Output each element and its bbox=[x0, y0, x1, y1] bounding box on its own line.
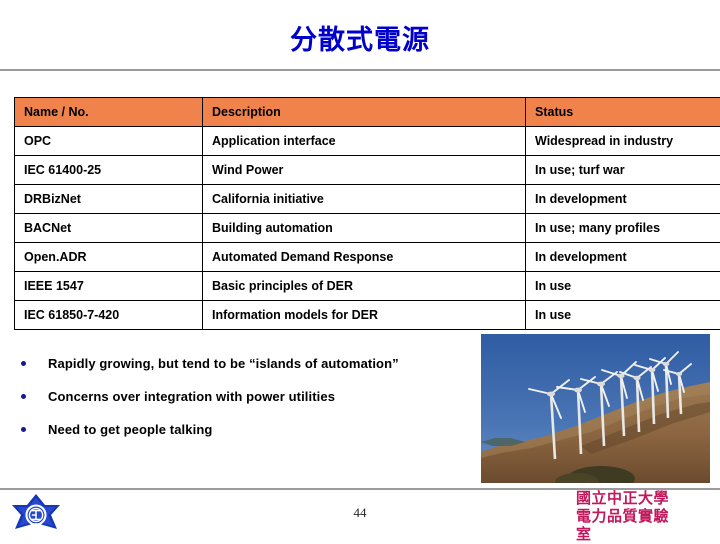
bullet-dot-icon bbox=[21, 394, 26, 399]
cell-status: In use; turf war bbox=[526, 156, 720, 185]
bullet-dot-icon bbox=[21, 361, 26, 366]
header-divider bbox=[0, 69, 720, 71]
table-row: IEEE 1547 Basic principles of DER In use bbox=[15, 272, 720, 301]
table-row: OPC Application interface Widespread in … bbox=[15, 127, 720, 156]
slide: 分散式電源 Name / No. Description Status OPC … bbox=[0, 0, 720, 540]
cell-description: Application interface bbox=[203, 127, 526, 156]
wind-farm-photo bbox=[481, 334, 710, 483]
table-header: Name / No. Description Status bbox=[15, 98, 720, 127]
table-header-row: Name / No. Description Status bbox=[15, 98, 720, 127]
list-item: Need to get people talking bbox=[14, 420, 469, 439]
cell-name: IEC 61850-7-420 bbox=[15, 301, 203, 330]
cell-description: California initiative bbox=[203, 185, 526, 214]
column-header-description: Description bbox=[203, 98, 526, 127]
standards-table-container: Name / No. Description Status OPC Applic… bbox=[14, 97, 706, 330]
list-item: Rapidly growing, but tend to be “islands… bbox=[14, 354, 469, 373]
table-row: IEC 61400-25 Wind Power In use; turf war bbox=[15, 156, 720, 185]
cell-status: In development bbox=[526, 185, 720, 214]
footer-org-line1: 國立中正大學 bbox=[576, 490, 720, 508]
cell-name: DRBizNet bbox=[15, 185, 203, 214]
footer-org-line3: 室 bbox=[576, 526, 720, 544]
column-header-name: Name / No. bbox=[15, 98, 203, 127]
cell-description: Building automation bbox=[203, 214, 526, 243]
cell-name: OPC bbox=[15, 127, 203, 156]
cell-status: In use; many profiles bbox=[526, 214, 720, 243]
cell-description: Automated Demand Response bbox=[203, 243, 526, 272]
cell-status: In development bbox=[526, 243, 720, 272]
cell-name: Open.ADR bbox=[15, 243, 203, 272]
page-title: 分散式電源 bbox=[0, 24, 720, 56]
column-header-status: Status bbox=[526, 98, 720, 127]
table-body: OPC Application interface Widespread in … bbox=[15, 127, 720, 330]
standards-table: Name / No. Description Status OPC Applic… bbox=[14, 97, 720, 330]
cell-name: BACNet bbox=[15, 214, 203, 243]
cell-name: IEEE 1547 bbox=[15, 272, 203, 301]
cell-status: In use bbox=[526, 301, 720, 330]
wind-farm-illustration bbox=[481, 334, 710, 483]
table-row: Open.ADR Automated Demand Response In de… bbox=[15, 243, 720, 272]
bullet-list: Rapidly growing, but tend to be “islands… bbox=[14, 354, 469, 453]
table-row: DRBizNet California initiative In develo… bbox=[15, 185, 720, 214]
cell-status: In use bbox=[526, 272, 720, 301]
cell-description: Wind Power bbox=[203, 156, 526, 185]
cell-name: IEC 61400-25 bbox=[15, 156, 203, 185]
footer-organization: 國立中正大學 電力品質實驗 室 bbox=[576, 490, 720, 544]
list-item: Concerns over integration with power uti… bbox=[14, 387, 469, 406]
bullet-text: Concerns over integration with power uti… bbox=[48, 387, 335, 406]
cell-description: Basic principles of DER bbox=[203, 272, 526, 301]
cell-description: Information models for DER bbox=[203, 301, 526, 330]
table-row: IEC 61850-7-420 Information models for D… bbox=[15, 301, 720, 330]
bullet-text: Need to get people talking bbox=[48, 420, 212, 439]
bullet-text: Rapidly growing, but tend to be “islands… bbox=[48, 354, 399, 373]
cell-status: Widespread in industry bbox=[526, 127, 720, 156]
bullet-dot-icon bbox=[21, 427, 26, 432]
footer-org-line2: 電力品質實驗 bbox=[576, 508, 720, 526]
table-row: BACNet Building automation In use; many … bbox=[15, 214, 720, 243]
